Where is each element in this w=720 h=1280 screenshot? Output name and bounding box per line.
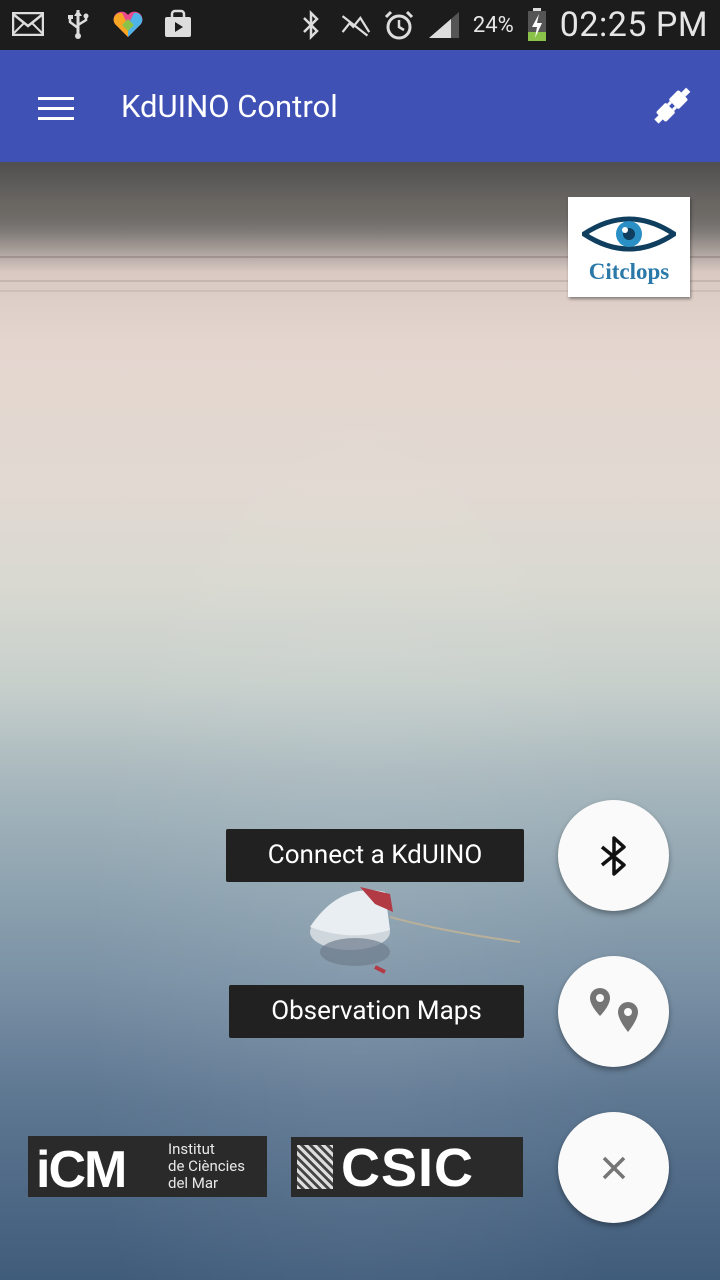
close-icon [602, 1156, 625, 1179]
bluetooth-icon [295, 9, 327, 41]
icm-line-3: del Mar [168, 1174, 219, 1192]
signal-icon [427, 9, 461, 41]
battery-percent: 24% [472, 12, 514, 38]
icm-line-2: de Ciències [168, 1157, 245, 1175]
store-bag-icon [162, 8, 194, 40]
csic-logo: CSIC [291, 1137, 523, 1198]
csic-emblem-icon [297, 1145, 333, 1189]
observation-maps-label[interactable]: Observation Maps [229, 985, 524, 1038]
app-title: KdUINO Control [121, 88, 338, 125]
mail-icon [12, 8, 44, 40]
icm-line-1: Institut [168, 1140, 215, 1158]
observation-maps-button[interactable] [558, 956, 669, 1067]
status-bar: 24% 02:25 PM [0, 0, 720, 50]
csic-logo-mark: CSIC [341, 1138, 475, 1198]
eye-icon [582, 216, 676, 252]
clock: 02:25 PM [559, 5, 708, 45]
app-bar: KdUINO Control [0, 50, 720, 162]
heart-app-icon [112, 8, 144, 40]
map-pins-icon [589, 987, 638, 1032]
alarm-icon [383, 9, 415, 41]
usb-icon [62, 8, 94, 40]
close-menu-button[interactable] [558, 1112, 669, 1223]
connect-kduino-button[interactable] [558, 800, 669, 911]
citclops-logo: Citclops [568, 197, 690, 297]
mute-icon [339, 9, 371, 41]
battery-charging-icon [526, 8, 548, 41]
plug-connect-icon[interactable] [646, 80, 698, 132]
bluetooth-icon [600, 835, 626, 876]
hamburger-menu-icon[interactable] [38, 97, 74, 121]
citclops-logo-text: Citclops [588, 259, 670, 284]
icm-logo-text: Institut de Ciències del Mar [168, 1141, 245, 1192]
connect-kduino-label[interactable]: Connect a KdUINO [226, 829, 524, 882]
icm-logo: iCM Institut de Ciències del Mar [28, 1136, 267, 1199]
icm-logo-mark: iCM [36, 1141, 127, 1199]
buoy-photo [305, 872, 525, 986]
